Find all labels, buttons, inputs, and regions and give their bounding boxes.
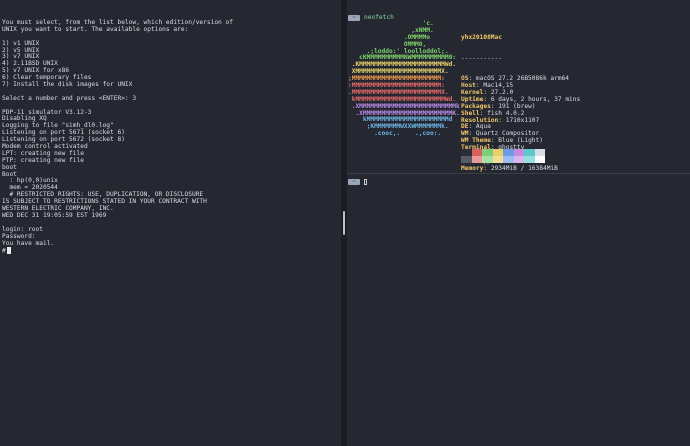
apple-ascii-logo: 'c. ,xNMM. .OMMMMo OMMM0, .;loddo:' lool… bbox=[348, 20, 460, 138]
left-terminal-output: You must select, from the list below, wh… bbox=[2, 19, 233, 255]
left-terminal-pane[interactable]: You must select, from the list below, wh… bbox=[0, 0, 341, 446]
terminal-cursor bbox=[6, 247, 11, 254]
color-swatch bbox=[461, 156, 472, 163]
color-swatch bbox=[513, 156, 524, 163]
color-swatch bbox=[492, 149, 503, 156]
color-swatch bbox=[471, 149, 482, 156]
color-swatch bbox=[524, 149, 535, 156]
color-swatch bbox=[492, 156, 503, 163]
info-key: Memory bbox=[461, 164, 484, 172]
color-swatch bbox=[482, 149, 493, 156]
info-value: 2934MiB / 16384MiB bbox=[490, 164, 558, 172]
terminal-window: You must select, from the list below, wh… bbox=[0, 0, 690, 446]
color-swatch bbox=[534, 149, 545, 156]
host-title: yhx20108Mac bbox=[461, 33, 502, 41]
color-swatch bbox=[524, 156, 535, 163]
split-resize-handle[interactable] bbox=[343, 211, 345, 235]
color-swatch bbox=[503, 149, 514, 156]
bottom-right-prompt: ~ bbox=[348, 178, 367, 186]
color-swatch bbox=[461, 149, 472, 156]
terminal-line: WED DEC 31 19:05:59 EST 1969 bbox=[2, 211, 107, 219]
color-swatch bbox=[503, 156, 514, 163]
terminal-line: UNIX you want to start. The available op… bbox=[2, 25, 189, 33]
terminal-cursor bbox=[364, 179, 367, 185]
color-palette-bright bbox=[461, 156, 545, 163]
color-swatch bbox=[534, 156, 545, 163]
terminal-line: You have mail. bbox=[2, 239, 55, 247]
terminal-line: login: root bbox=[2, 225, 43, 233]
info-row: Memory: 2934MiB / 16384MiB bbox=[461, 164, 558, 172]
color-swatch bbox=[471, 156, 482, 163]
shell-prompt: # bbox=[2, 247, 6, 255]
color-swatch bbox=[513, 149, 524, 156]
prompt-badge: ~ bbox=[348, 179, 360, 185]
color-swatch bbox=[482, 156, 493, 163]
color-palette-normal bbox=[461, 149, 545, 156]
info-value: 1710x1107 bbox=[505, 116, 540, 124]
terminal-line: 7) Install the disk images for UNIX bbox=[2, 81, 133, 89]
logo-line: .cooc,. .,coo:. bbox=[348, 130, 442, 138]
shell-prompt-line: # bbox=[2, 247, 233, 255]
terminal-line: Select a number and press <ENTER>: 3 bbox=[2, 94, 137, 102]
terminal-line: boot bbox=[2, 163, 17, 171]
title-rule: ----------- bbox=[461, 54, 502, 62]
terminal-line: PTP: creating new file bbox=[2, 156, 84, 164]
